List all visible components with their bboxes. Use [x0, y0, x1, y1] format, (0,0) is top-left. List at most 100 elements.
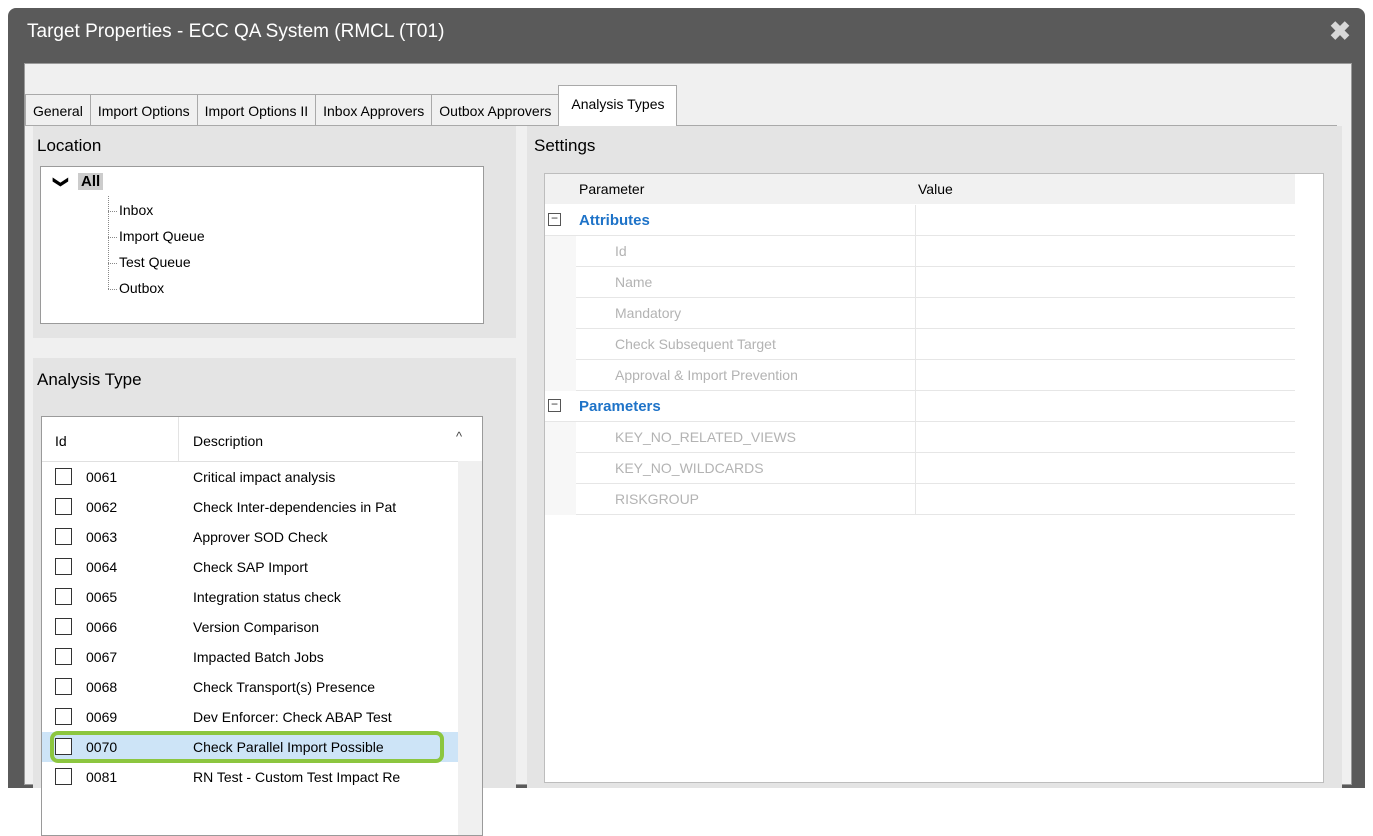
checkbox[interactable]: [55, 708, 72, 725]
row-gutter: [545, 236, 576, 267]
property-row[interactable]: Check Subsequent Target: [545, 329, 1295, 360]
list-item[interactable]: 0061 Critical impact analysis: [42, 462, 482, 492]
tab-general[interactable]: General: [25, 94, 91, 126]
category-row-attributes[interactable]: − Attributes: [545, 205, 1295, 236]
list-item[interactable]: 0064 Check SAP Import: [42, 552, 482, 582]
tree-guide-dash: [108, 237, 117, 239]
column-separator: [915, 267, 916, 298]
column-separator: [915, 422, 916, 453]
collapse-icon[interactable]: −: [548, 212, 561, 226]
close-icon[interactable]: ✖: [1327, 18, 1353, 44]
tree-root-label: All: [78, 173, 104, 190]
list-item[interactable]: 0062 Check Inter-dependencies in Pat: [42, 492, 482, 522]
property-row[interactable]: RISKGROUP: [545, 484, 1295, 515]
column-header-parameter[interactable]: Parameter: [579, 181, 644, 197]
row-gutter: [545, 484, 576, 515]
location-tree[interactable]: ❯ All Inbox Import Queue Test Queue Outb…: [40, 166, 484, 324]
row-gutter: [545, 360, 576, 391]
collapse-icon[interactable]: −: [548, 398, 561, 412]
list-item[interactable]: 0065 Integration status check: [42, 582, 482, 612]
column-separator: [915, 298, 916, 329]
column-header-description[interactable]: Description: [193, 433, 263, 449]
tree-item-outbox[interactable]: Outbox: [119, 280, 164, 296]
row-description: Approver SOD Check: [193, 529, 328, 545]
list-item[interactable]: 0063 Approver SOD Check: [42, 522, 482, 552]
tree-guide-dash: [108, 263, 117, 265]
row-description: Version Comparison: [193, 619, 320, 635]
selection-highlight: [50, 731, 444, 763]
row-description: Dev Enforcer: Check ABAP Test: [193, 709, 392, 725]
property-row[interactable]: Approval & Import Prevention: [545, 360, 1295, 391]
property-row[interactable]: Mandatory: [545, 298, 1295, 329]
row-id: 0081: [86, 769, 118, 785]
settings-grid[interactable]: Parameter Value − Attributes Id Name Man…: [544, 173, 1324, 783]
column-header-value[interactable]: Value: [918, 181, 953, 197]
row-description: Check SAP Import: [193, 559, 308, 575]
column-header-id[interactable]: Id: [55, 433, 67, 449]
column-separator[interactable]: [178, 417, 179, 461]
column-separator: [915, 391, 916, 422]
checkbox[interactable]: [55, 528, 72, 545]
tree-item-inbox[interactable]: Inbox: [119, 202, 153, 218]
row-gutter: [545, 422, 576, 453]
property-name: RISKGROUP: [615, 491, 700, 507]
row-id: 0066: [86, 619, 118, 635]
property-row[interactable]: Name: [545, 267, 1295, 298]
list-header: Id Description ^: [42, 417, 482, 462]
chevron-down-icon[interactable]: ❯: [52, 176, 70, 189]
title-bar[interactable]: Target Properties - ECC QA System (RMCL …: [8, 8, 1365, 56]
row-id: 0068: [86, 679, 118, 695]
tree-item-test-queue[interactable]: Test Queue: [119, 254, 191, 270]
list-item[interactable]: 0067 Impacted Batch Jobs: [42, 642, 482, 672]
tree-guide-line: [108, 196, 110, 289]
property-row[interactable]: KEY_NO_RELATED_VIEWS: [545, 422, 1295, 453]
row-id: 0065: [86, 589, 118, 605]
tree-item-import-queue[interactable]: Import Queue: [119, 228, 205, 244]
tab-inbox-approvers[interactable]: Inbox Approvers: [315, 94, 433, 126]
row-id: 0061: [86, 469, 118, 485]
scroll-up-icon[interactable]: ^: [456, 429, 462, 444]
checkbox[interactable]: [55, 678, 72, 695]
property-row[interactable]: Id: [545, 236, 1295, 267]
checkbox[interactable]: [55, 468, 72, 485]
row-description: Integration status check: [193, 589, 341, 605]
checkbox[interactable]: [55, 648, 72, 665]
list-scrollbar[interactable]: [458, 461, 482, 835]
tab-import-options[interactable]: Import Options: [89, 94, 198, 126]
row-description: Check Transport(s) Presence: [193, 679, 376, 695]
checkbox[interactable]: [55, 768, 72, 785]
tab-import-options-ii[interactable]: Import Options II: [196, 94, 317, 126]
tree-guide-dash: [108, 289, 117, 291]
property-name: Id: [615, 243, 627, 259]
tab-analysis-types[interactable]: Analysis Types: [558, 85, 678, 126]
checkbox[interactable]: [55, 618, 72, 635]
category-row-parameters[interactable]: − Parameters: [545, 391, 1295, 422]
row-description: Impacted Batch Jobs: [193, 649, 324, 665]
analysis-type-list[interactable]: Id Description ^ 0061 Critical impact an…: [41, 416, 483, 836]
dialog-window: Target Properties - ECC QA System (RMCL …: [8, 8, 1365, 836]
tab-outbox-approvers[interactable]: Outbox Approvers: [431, 94, 560, 126]
list-item[interactable]: 0069 Dev Enforcer: Check ABAP Test: [42, 702, 482, 732]
column-separator: [915, 205, 916, 236]
column-separator: [915, 360, 916, 391]
checkbox[interactable]: [55, 498, 72, 515]
row-gutter: [545, 453, 576, 484]
row-gutter: [545, 267, 576, 298]
row-description: RN Test - Custom Test Impact Re: [193, 769, 401, 785]
tree-guide-dash: [108, 211, 117, 213]
category-label: Parameters: [579, 398, 661, 415]
column-separator: [915, 484, 916, 515]
row-id: 0063: [86, 529, 118, 545]
property-row[interactable]: KEY_NO_WILDCARDS: [545, 453, 1295, 484]
list-item[interactable]: 0068 Check Transport(s) Presence: [42, 672, 482, 702]
tab-strip: General Import Options Import Options II…: [25, 78, 678, 126]
checkbox[interactable]: [55, 558, 72, 575]
row-description: Check Inter-dependencies in Pat: [193, 499, 397, 515]
column-separator: [915, 453, 916, 484]
checkbox[interactable]: [55, 588, 72, 605]
list-item[interactable]: 0066 Version Comparison: [42, 612, 482, 642]
row-gutter: [545, 329, 576, 360]
dialog-client-area: General Import Options Import Options II…: [24, 63, 1352, 836]
location-title: Location: [37, 136, 102, 155]
row-id: 0069: [86, 709, 118, 725]
